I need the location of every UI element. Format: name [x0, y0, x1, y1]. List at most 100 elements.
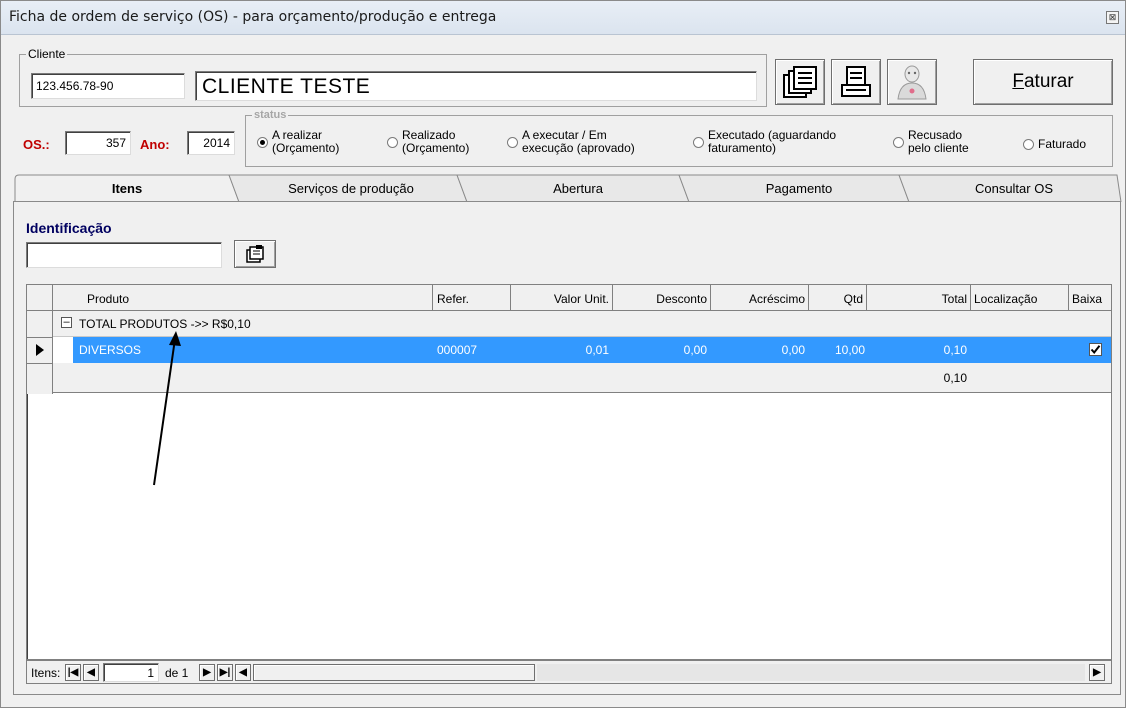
summary-total: 0,10: [943, 371, 967, 385]
radio-icon: [893, 137, 904, 148]
cell-desconto: 0,00: [683, 343, 707, 357]
status-realizado-l1: Realizado: [402, 128, 456, 142]
next-record-icon[interactable]: ▶: [199, 664, 215, 681]
cliente-name-value: CLIENTE TESTE: [202, 75, 371, 98]
navigator-label: Itens:: [31, 666, 61, 680]
col-produto[interactable]: Produto: [53, 285, 433, 311]
radio-icon: [507, 137, 518, 148]
indicator-sep: [27, 337, 53, 338]
cell-total: 0,10: [943, 343, 967, 357]
tab-consultar-os[interactable]: Consultar OS: [909, 175, 1119, 202]
col-baixa[interactable]: Baixa: [1069, 285, 1111, 311]
faturar-button[interactable]: Faturar: [973, 59, 1113, 105]
group-label: TOTAL PRODUTOS ->> R$0,10: [79, 317, 251, 331]
cliente-code-field[interactable]: 123.456.78-90: [31, 73, 185, 99]
indicator-sep: [27, 363, 53, 364]
tab-pagamento[interactable]: Pagamento: [689, 175, 909, 202]
page-of-label: de 1: [165, 666, 189, 680]
cell-qtd: 10,00: [834, 343, 865, 357]
printer-icon: [841, 66, 871, 97]
col-total[interactable]: Total: [867, 285, 971, 311]
title-bar: Ficha de ordem de serviço (OS) - para or…: [1, 1, 1125, 35]
itens-panel: Identificação Produto Refer. Valor Unit.…: [13, 201, 1121, 695]
col-refer[interactable]: Refer.: [433, 285, 511, 311]
items-grid: Produto Refer. Valor Unit. Desconto Acré…: [26, 284, 1112, 660]
faturar-mnemonic: F: [1012, 71, 1024, 92]
status-group: status: [245, 109, 1113, 167]
status-recusado-l2: pelo cliente: [908, 141, 969, 155]
scroll-thumb[interactable]: [253, 664, 535, 681]
scroll-left-icon[interactable]: ◀: [235, 664, 251, 681]
col-qtd[interactable]: Qtd: [809, 285, 867, 311]
check-icon: [1090, 345, 1101, 355]
status-a-realizar-l1: A realizar: [272, 128, 323, 142]
col-localizacao[interactable]: Localização: [971, 285, 1069, 311]
status-faturado-radio[interactable]: Faturado: [1023, 129, 1086, 151]
ano-field[interactable]: 2014: [187, 131, 235, 155]
radio-selected-icon: [257, 137, 268, 148]
cliente-legend: Cliente: [28, 47, 66, 61]
prev-record-icon[interactable]: ◀: [83, 664, 99, 681]
user-icon: [897, 65, 927, 100]
user-button[interactable]: [887, 59, 937, 105]
status-a-realizar-radio[interactable]: A realizar (Orçamento): [257, 129, 339, 155]
status-recusado-radio[interactable]: Recusado pelo cliente: [893, 129, 969, 155]
col-desconto[interactable]: Desconto: [613, 285, 711, 311]
os-label: OS.:: [23, 137, 50, 152]
grid-header: Produto Refer. Valor Unit. Desconto Acré…: [27, 285, 1111, 311]
identificacao-search-button[interactable]: [234, 240, 276, 268]
scroll-track[interactable]: [537, 664, 1085, 681]
page-number-field[interactable]: 1: [103, 663, 159, 682]
identificacao-field[interactable]: [26, 242, 222, 268]
window-title: Ficha de ordem de serviço (OS) - para or…: [9, 9, 497, 25]
grid-navigator: Itens: |◀ ◀ 1 de 1 ▶ ▶| ◀ ▶: [26, 660, 1112, 684]
current-row-icon: [36, 344, 44, 356]
status-legend: status: [254, 109, 287, 121]
collapse-toggle-icon[interactable]: –: [61, 317, 72, 328]
status-executado-radio[interactable]: Executado (aguardando faturamento): [693, 129, 836, 155]
summary-row: 0,10: [53, 363, 1111, 393]
cliente-code-value: 123.456.78-90: [36, 79, 114, 93]
grid-indicator-header: [27, 285, 53, 311]
status-executado-l1: Executado (aguardando: [708, 128, 837, 142]
status-a-realizar-l2: (Orçamento): [272, 141, 340, 155]
tab-itens[interactable]: Itens: [15, 175, 239, 202]
close-icon[interactable]: ⊠: [1106, 11, 1119, 24]
documents-button[interactable]: [775, 59, 825, 105]
status-a-executar-radio[interactable]: A executar / Em execução (aprovado): [507, 129, 635, 155]
first-record-icon[interactable]: |◀: [65, 664, 81, 681]
radio-icon: [693, 137, 704, 148]
status-realizado-l2: (Orçamento): [402, 141, 470, 155]
ano-label: Ano:: [140, 137, 170, 152]
group-row[interactable]: – TOTAL PRODUTOS ->> R$0,10: [53, 311, 1111, 337]
radio-icon: [387, 137, 398, 148]
print-button[interactable]: [831, 59, 881, 105]
col-acrescimo[interactable]: Acréscimo: [711, 285, 809, 311]
baixa-checkbox[interactable]: [1089, 343, 1102, 356]
status-faturado-l1: Faturado: [1038, 137, 1087, 151]
tab-servicos-producao[interactable]: Serviços de produção: [239, 175, 463, 202]
status-a-executar-l1: A executar / Em: [522, 128, 607, 142]
cell-produto: DIVERSOS: [79, 343, 142, 357]
cell-acrescimo: 0,00: [781, 343, 805, 357]
cell-refer: 000007: [437, 343, 478, 357]
os-number-field[interactable]: 357: [65, 131, 131, 155]
table-row[interactable]: DIVERSOS 000007 0,01 0,00 0,00 10,00 0,1…: [73, 337, 1111, 363]
cliente-name-field[interactable]: CLIENTE TESTE: [195, 71, 757, 101]
scroll-right-icon[interactable]: ▶: [1089, 664, 1105, 681]
os-number-value: 357: [105, 136, 126, 150]
status-recusado-l1: Recusado: [908, 128, 963, 142]
identificacao-label: Identificação: [26, 220, 112, 236]
documents-icon: [783, 66, 817, 98]
radio-icon: [1023, 139, 1034, 150]
status-realizado-radio[interactable]: Realizado (Orçamento): [387, 129, 469, 155]
tab-abertura[interactable]: Abertura: [467, 175, 689, 202]
ano-value: 2014: [203, 136, 230, 150]
status-executado-l2: faturamento): [708, 141, 777, 155]
properties-icon: [246, 245, 264, 263]
os-window: Ficha de ordem de serviço (OS) - para or…: [0, 0, 1126, 708]
col-valor-unit[interactable]: Valor Unit.: [511, 285, 613, 311]
last-record-icon[interactable]: ▶|: [217, 664, 233, 681]
page-number-value: 1: [147, 666, 154, 680]
faturar-label: aturar: [1023, 71, 1074, 92]
